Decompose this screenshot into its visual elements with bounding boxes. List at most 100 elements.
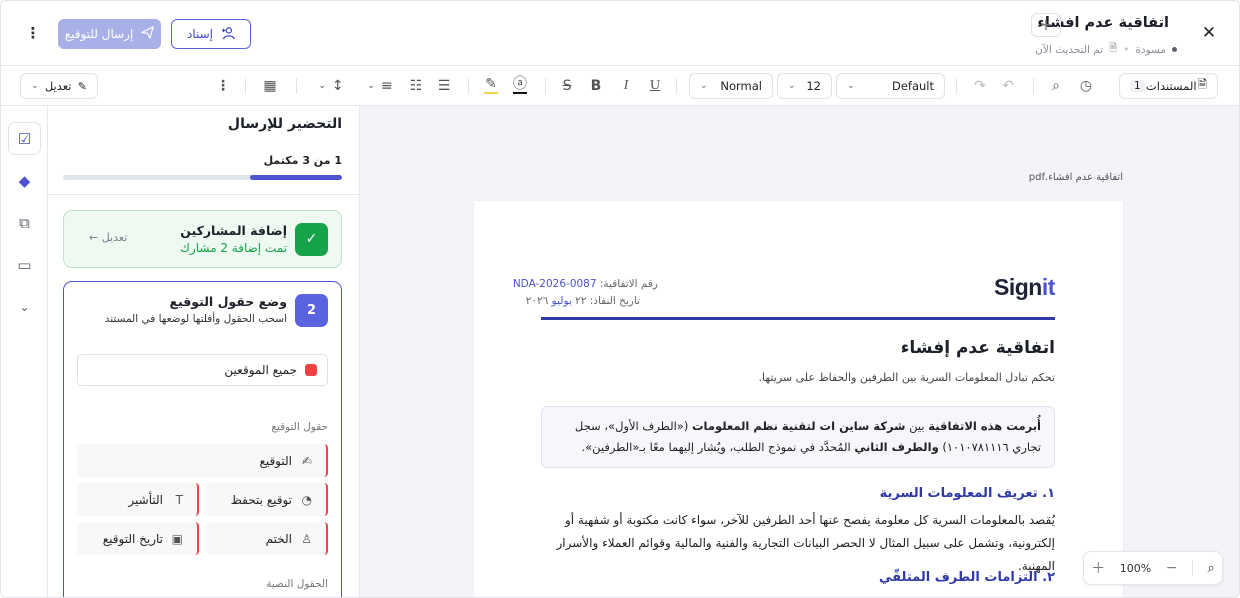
comments-icon[interactable]: ▭ <box>8 248 41 281</box>
step-add-participants[interactable]: ✓ إضافة المشاركين تمت إضافة 2 مشارك تعدي… <box>63 210 342 268</box>
field-label: التأشير <box>128 492 163 507</box>
align-dropdown[interactable]: ≡ ⌄ <box>364 66 396 106</box>
underline-icon[interactable]: U <box>644 66 666 106</box>
toolbar-divider <box>468 78 469 94</box>
step1-title: إضافة المشاركين <box>180 223 287 238</box>
meta-separator: • <box>1123 43 1130 56</box>
zoom-divider <box>1191 560 1193 576</box>
prepare-panel: التحضير للإرسال 1 من 3 مكتمل ✓ إضافة الم… <box>48 106 360 597</box>
bold-icon[interactable]: B <box>585 66 607 106</box>
status-draft: مسودة <box>1135 43 1166 56</box>
search-icon[interactable]: ⌕ <box>1045 66 1067 106</box>
chevron-down-icon[interactable]: ⌄ <box>8 290 41 323</box>
zoom-in-icon[interactable]: ＋ <box>1091 558 1105 578</box>
edit-mode-label: تعديل <box>44 79 72 93</box>
signer-select[interactable]: جميع الموقعين <box>77 354 328 386</box>
zoom-search-icon[interactable]: ⌕ <box>1207 561 1214 576</box>
chevron-down-icon: ⌄ <box>847 81 855 91</box>
chevron-down-icon: ⌄ <box>700 81 708 91</box>
field-label: توقيع بتحفظ <box>230 492 292 507</box>
font-family-value: Default <box>891 79 934 93</box>
signer-label: جميع الموقعين <box>224 363 297 377</box>
arrow-left-icon: ← <box>89 231 99 244</box>
text-color-icon[interactable]: ⓐ <box>509 66 531 106</box>
left-rail: ☑ ◆ ⧉ ▭ ⌄ <box>1 106 48 597</box>
send-label: إرسال للتوقيع <box>64 27 134 41</box>
edit-mode-dropdown[interactable]: ✎ تعديل ⌄ <box>20 73 98 99</box>
intro-bold: شركة ساين ات لتقنية نظم المعلومات <box>692 419 906 433</box>
numbered-list-icon[interactable]: ☷ <box>405 66 427 106</box>
toolbar-divider <box>956 78 957 94</box>
app-window: ✕ اتفاقية عدم افشاء + مسودة • 🗎 تم التحد… <box>0 0 1240 598</box>
highlight-icon[interactable]: ✎ <box>480 66 502 106</box>
field-stamp[interactable]: ♙ الختم <box>206 522 328 555</box>
fields-icon[interactable]: ⧉ <box>8 206 41 239</box>
send-for-signature-button[interactable]: إرسال للتوقيع <box>58 19 161 49</box>
close-icon[interactable]: ✕ <box>1199 23 1219 43</box>
pencil-icon: ✎ <box>77 79 87 93</box>
agreement-number: رقم الاتفاقية: NDA-2026-0087 <box>513 278 658 290</box>
step-place-fields: 2 وضع حقول التوقيع اسحب الحقول وأفلتها ل… <box>63 281 342 597</box>
italic-icon[interactable]: I <box>615 66 637 106</box>
documents-dropdown[interactable]: 🗎 المستندات 1 <box>1119 73 1218 99</box>
font-size-select[interactable]: 12 ⌄ <box>777 73 832 99</box>
more-toolbar-icon[interactable]: ⋮ <box>214 66 232 106</box>
document-subtitle[interactable]: تحكم تبادل المعلومات السرية بين الطرفين … <box>759 371 1055 384</box>
font-family-select[interactable]: Default ⌄ <box>836 73 945 99</box>
signer-color-swatch <box>305 364 317 376</box>
step1-subtitle: تمت إضافة 2 مشارك <box>180 241 287 255</box>
step1-edit-link[interactable]: تعديل ← <box>89 231 127 244</box>
field-signature[interactable]: ✍ التوقيع <box>77 444 328 477</box>
checklist-icon[interactable]: ☑ <box>8 122 41 155</box>
intro-bold: أُبرمت هذه الاتفاقية <box>928 419 1041 433</box>
strikethrough-icon[interactable]: S <box>556 66 578 106</box>
zoom-level[interactable]: 100% <box>1120 562 1151 575</box>
field-label: تاريخ التوقيع <box>102 531 163 546</box>
status-dot-icon <box>1172 47 1177 52</box>
text-style-select[interactable]: Normal ⌄ <box>689 73 773 99</box>
assign-label: إسناد <box>187 27 214 41</box>
field-sign-date[interactable]: ▣ تاريخ التوقيع <box>77 522 199 555</box>
document-page: Signit رقم الاتفاقية: NDA-2026-0087 تاري… <box>474 201 1123 597</box>
zoom-out-icon[interactable]: − <box>1166 560 1178 576</box>
bullet-list-icon[interactable]: ☰ <box>433 66 455 106</box>
table-icon[interactable]: ▦ <box>259 66 281 106</box>
brand-accent: it <box>1041 274 1056 300</box>
font-size-value: 12 <box>806 79 821 93</box>
effective-date-label: تاريخ النفاذ: ٢٢ <box>575 295 640 307</box>
section-1-body[interactable]: يُقصد بالمعلومات السرية كل معلومة يفصح ع… <box>541 509 1056 578</box>
initials-icon: T <box>175 492 183 507</box>
toolbar-divider <box>245 78 246 94</box>
field-reserved-signature[interactable]: ◔ توقيع بتحفظ <box>206 483 328 516</box>
cloud-save-icon: 🗎 <box>1109 43 1118 54</box>
documents-count: 1 <box>1130 80 1145 92</box>
intro-box[interactable]: أُبرمت هذه الاتفاقية بين شركة ساين ات لت… <box>541 406 1055 468</box>
more-options-icon[interactable]: ⋮ <box>23 23 43 43</box>
ai-sparkle-icon[interactable]: ◆ <box>8 164 41 197</box>
zoom-control: ＋ 100% − ⌕ <box>1083 551 1223 585</box>
chevron-down-icon: ⌄ <box>788 81 796 91</box>
agreement-number-value: NDA-2026-0087 <box>512 278 597 290</box>
document-canvas: اتفاقية عدم افشاء.pdf Signit رقم الاتفاق… <box>360 106 1239 597</box>
line-spacing-dropdown[interactable]: ↕ ⌄ <box>315 66 347 106</box>
add-document-button[interactable]: + <box>1031 13 1061 37</box>
panel-divider <box>48 194 359 195</box>
section-signature-fields: حقول التوقيع <box>271 421 328 433</box>
progress-fill <box>249 175 342 180</box>
undo-icon[interactable]: ↶ <box>997 66 1019 106</box>
signature-icon: ✍ <box>301 453 312 468</box>
field-initials[interactable]: T التأشير <box>77 483 199 516</box>
assign-button[interactable]: إسناد <box>171 19 251 49</box>
section-text-fields: الحقول النصية <box>266 578 328 590</box>
section-1-heading[interactable]: ١. تعريف المعلومات السرية <box>880 486 1055 501</box>
history-icon[interactable]: ◷ <box>1075 66 1097 106</box>
redo-icon[interactable]: ↷ <box>969 66 991 106</box>
section-2-heading[interactable]: ٢. التزامات الطرف المتلقّي <box>879 570 1055 585</box>
document-heading[interactable]: اتفاقية عدم إفشاء <box>901 338 1055 358</box>
send-icon <box>141 26 155 42</box>
toolbar-divider <box>676 78 677 94</box>
chevron-down-icon: ⌄ <box>31 81 39 91</box>
intro-text: بين <box>905 419 929 433</box>
header-bar: ✕ اتفاقية عدم افشاء + مسودة • 🗎 تم التحد… <box>1 1 1239 66</box>
effective-year: ٢٠٢٦ <box>525 295 549 307</box>
